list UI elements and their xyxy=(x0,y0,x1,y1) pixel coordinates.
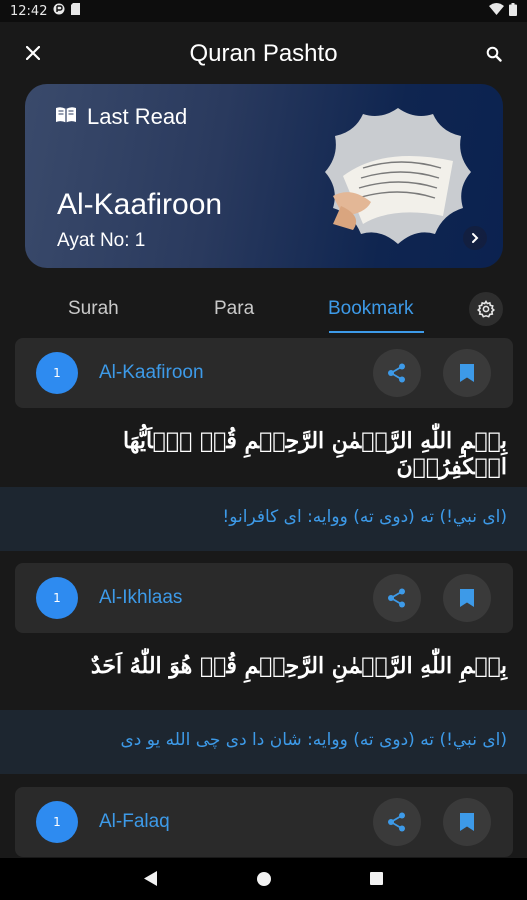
surah-name: Al-Falaq xyxy=(99,811,170,832)
tab-para[interactable]: Para xyxy=(214,298,254,320)
surah-name: Al-Ikhlaas xyxy=(99,587,183,608)
bookmark-icon[interactable] xyxy=(443,349,491,397)
status-time: 12:42 xyxy=(10,3,48,19)
arabic-verse: بِسۡمِ اللّٰهِ الرَّحۡمٰنِ الرَّحِيۡمِ ق… xyxy=(90,653,507,679)
share-icon[interactable] xyxy=(373,349,421,397)
gear-icon[interactable] xyxy=(469,292,503,326)
system-navigation-bar xyxy=(0,858,527,900)
share-icon[interactable] xyxy=(373,574,421,622)
tab-bar: Surah Para Bookmark xyxy=(0,288,527,338)
home-icon[interactable] xyxy=(257,872,271,886)
surah-number-badge: 1 xyxy=(36,577,78,619)
close-icon[interactable] xyxy=(20,40,46,66)
active-tab-indicator xyxy=(329,331,424,333)
surah-number-badge: 1 xyxy=(36,801,78,843)
quran-book-image xyxy=(323,106,473,246)
battery-icon xyxy=(509,2,517,20)
pashto-translation: (ای نبي!) ته (دوی ته) ووایه: ای کافرانو! xyxy=(222,507,507,527)
status-bar: 12:42 xyxy=(0,0,527,22)
share-icon[interactable] xyxy=(373,798,421,846)
last-read-heading: Last Read xyxy=(87,104,188,129)
bookmark-card[interactable]: 1 Al-Ikhlaas xyxy=(15,563,513,633)
last-read-surah: Al-Kaafiroon xyxy=(57,188,223,221)
bookmark-icon[interactable] xyxy=(443,574,491,622)
tab-surah[interactable]: Surah xyxy=(68,298,119,320)
last-read-card[interactable]: Last Read Al-Kaafiroon Ayat No: 1 xyxy=(25,84,503,268)
chevron-right-icon[interactable] xyxy=(463,226,487,250)
wifi-icon xyxy=(489,3,504,19)
app-title: Quran Pashto xyxy=(189,40,338,67)
bookmark-icon[interactable] xyxy=(443,798,491,846)
bookmark-card[interactable]: 1 Al-Falaq xyxy=(15,787,513,857)
tab-bookmark[interactable]: Bookmark xyxy=(328,298,414,320)
last-read-header: Last Read xyxy=(55,104,187,130)
recent-apps-icon[interactable] xyxy=(370,872,383,885)
arabic-verse: بِسۡمِ اللّٰهِ الرَّحۡمٰنِ الرَّحِيۡمِ ق… xyxy=(123,428,507,480)
back-icon[interactable] xyxy=(144,871,157,890)
translation-band: (ای نبي!) ته (دوی ته) ووایه: شان دا دی چ… xyxy=(0,710,527,774)
last-read-ayat: Ayat No: 1 xyxy=(57,230,146,251)
surah-name: Al-Kaafiroon xyxy=(99,362,204,383)
app-notification-icon xyxy=(53,3,65,19)
app-bar: Quran Pashto xyxy=(0,22,527,86)
pashto-translation: (ای نبي!) ته (دوی ته) ووایه: شان دا دی چ… xyxy=(120,730,507,750)
translation-band: (ای نبي!) ته (دوی ته) ووایه: ای کافرانو! xyxy=(0,487,527,551)
bookmark-card[interactable]: 1 Al-Kaafiroon xyxy=(15,338,513,408)
surah-number-badge: 1 xyxy=(36,352,78,394)
storage-icon xyxy=(71,3,81,19)
search-icon[interactable] xyxy=(481,41,507,67)
open-book-icon xyxy=(55,106,77,128)
